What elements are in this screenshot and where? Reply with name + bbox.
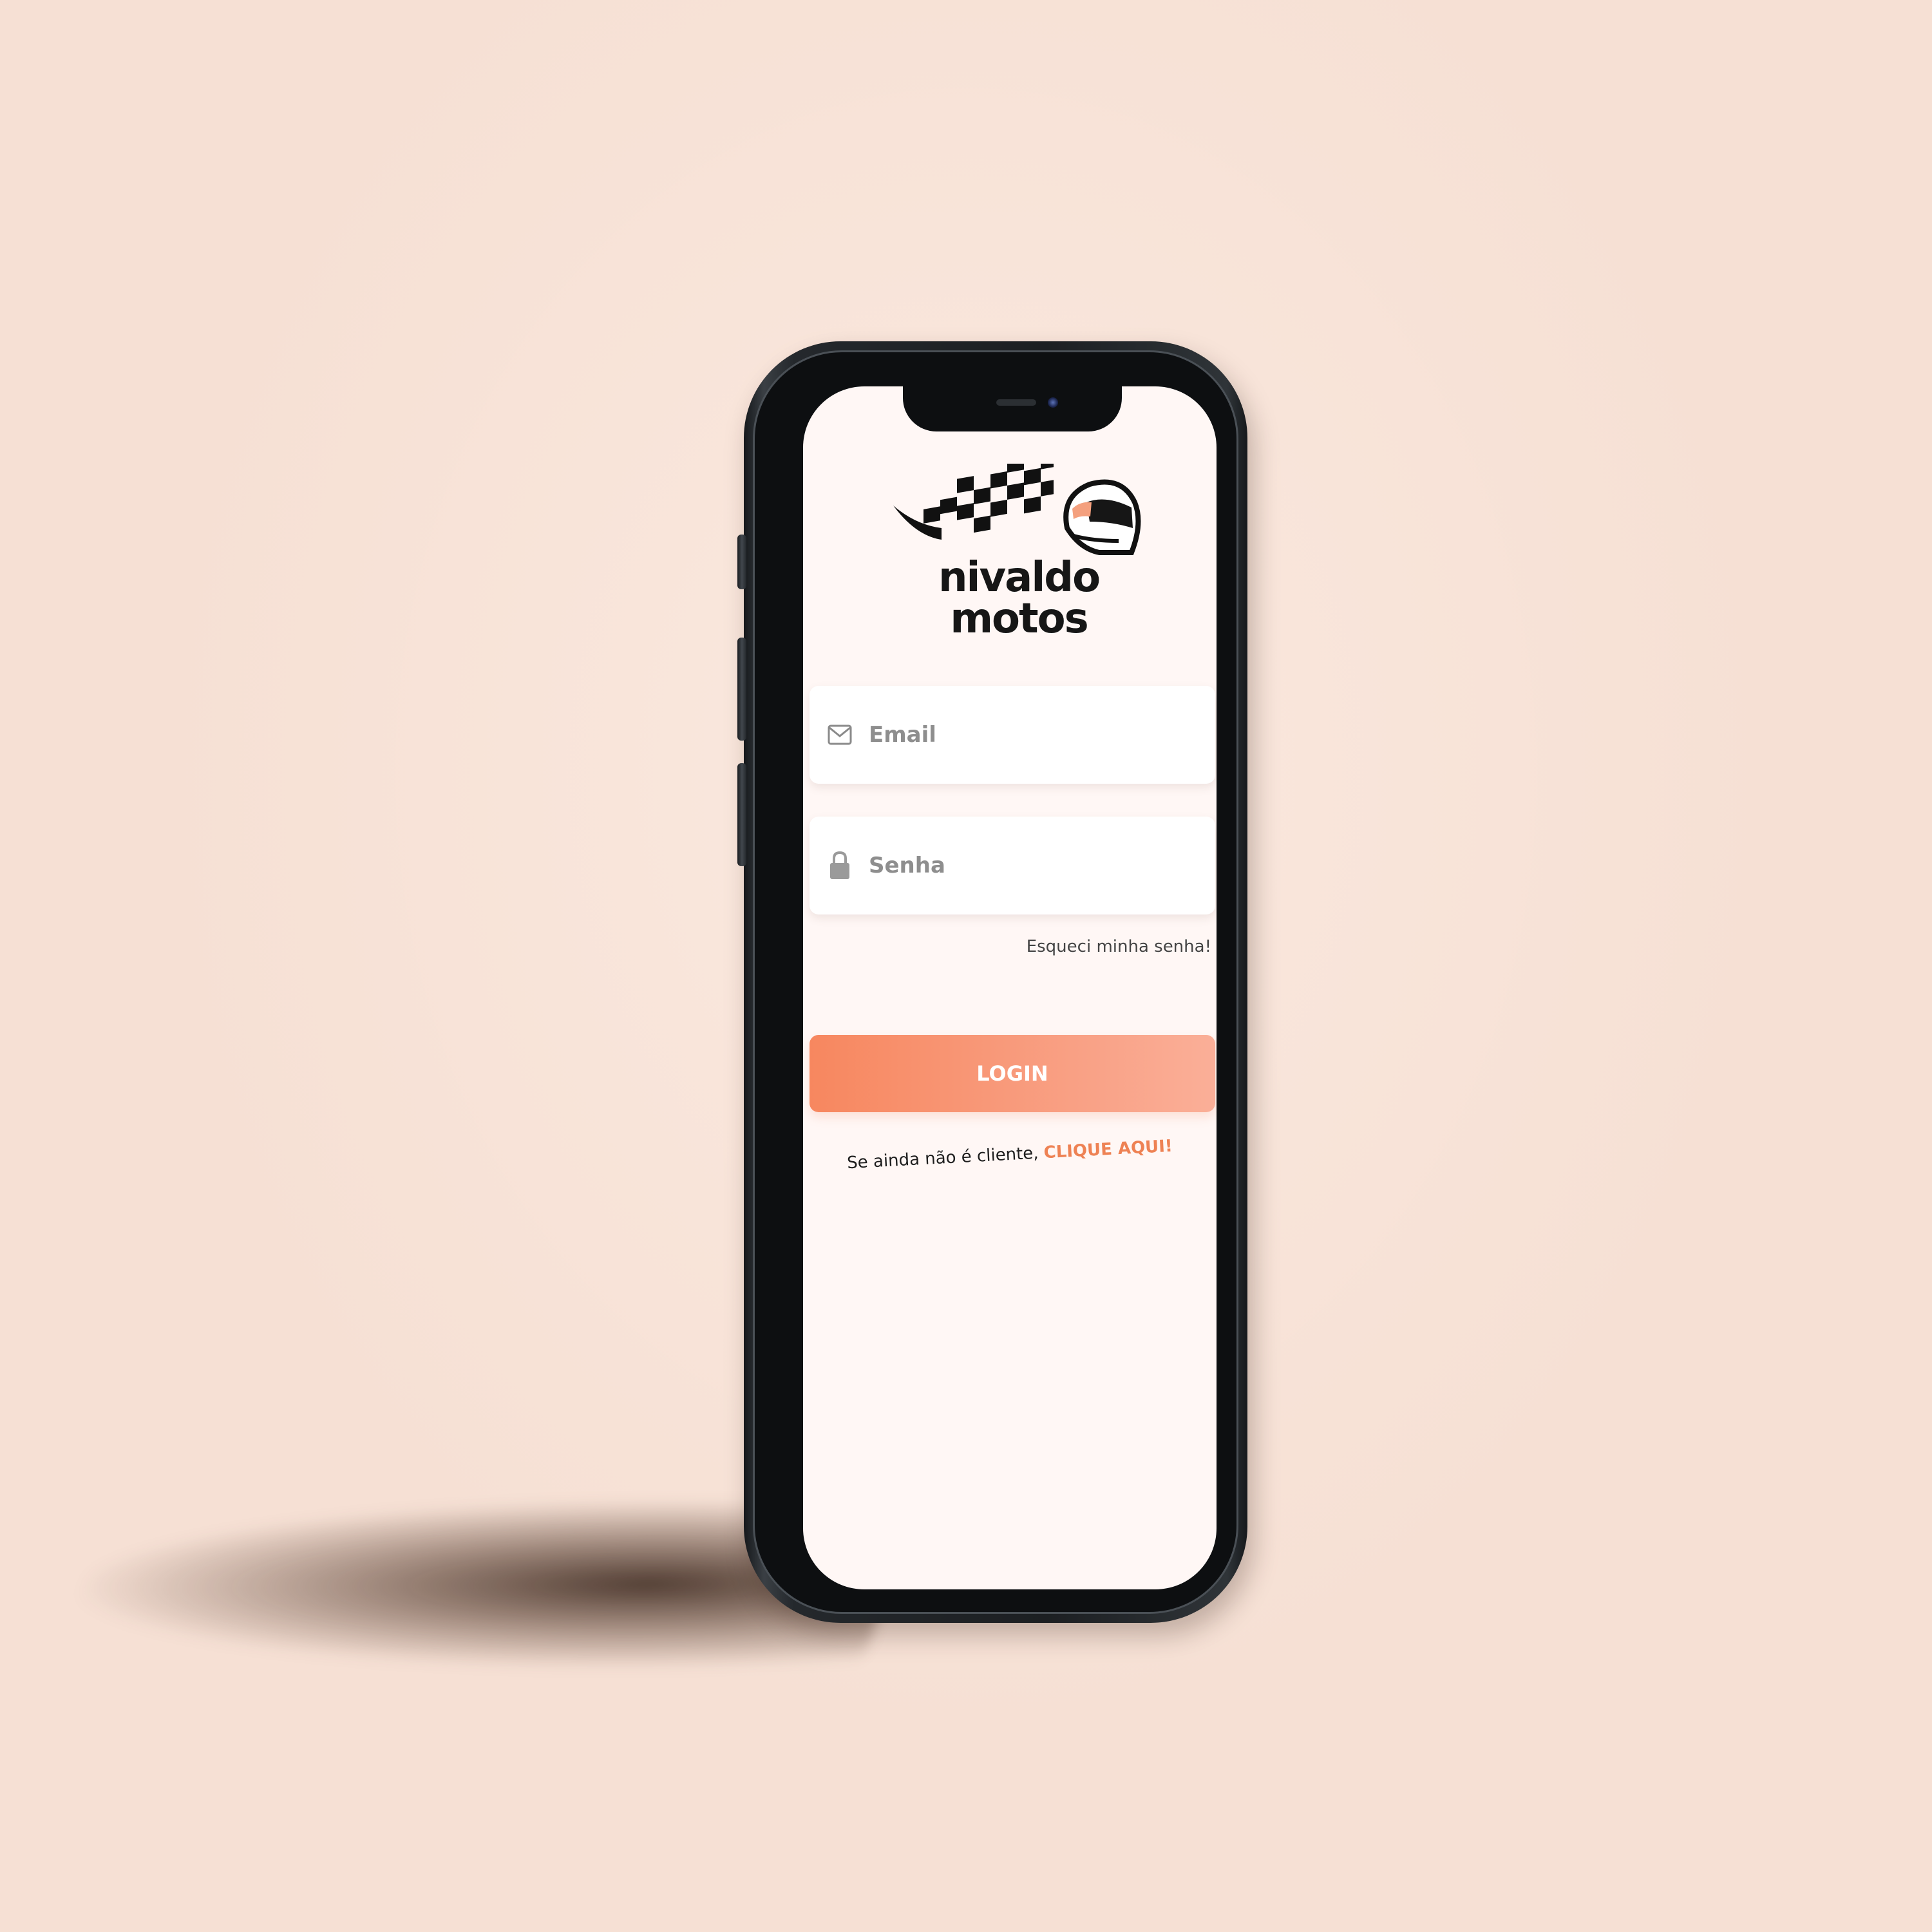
password-input[interactable] [869, 853, 1171, 878]
app-screen: nivaldo motos Esqueci minha senha! [803, 386, 1217, 1589]
front-camera [1048, 397, 1058, 408]
brand-logo: nivaldo motos [890, 464, 1148, 639]
login-button[interactable]: LOGIN [810, 1035, 1215, 1112]
volume-up-button [737, 638, 746, 741]
speaker-grille [996, 399, 1036, 406]
email-input[interactable] [869, 722, 1171, 748]
checkered-flag-helmet-icon [893, 464, 1141, 555]
phone-device: nivaldo motos Esqueci minha senha! [737, 341, 1247, 1623]
mute-switch [737, 535, 746, 589]
lock-icon [828, 851, 852, 879]
brand-wordmark: nivaldo motos [938, 554, 1101, 643]
forgot-password-link[interactable]: Esqueci minha senha! [1027, 937, 1211, 956]
password-field[interactable] [810, 817, 1215, 914]
signup-prompt-text: Se ainda não é cliente, [846, 1143, 1039, 1173]
envelope-icon [828, 723, 852, 747]
email-field[interactable] [810, 686, 1215, 784]
notch [903, 386, 1122, 431]
signup-prompt: Se ainda não é cliente, CLIQUE AQUI! [803, 1134, 1217, 1175]
volume-down-button [737, 763, 746, 866]
signup-link[interactable]: CLIQUE AQUI! [1043, 1137, 1173, 1162]
